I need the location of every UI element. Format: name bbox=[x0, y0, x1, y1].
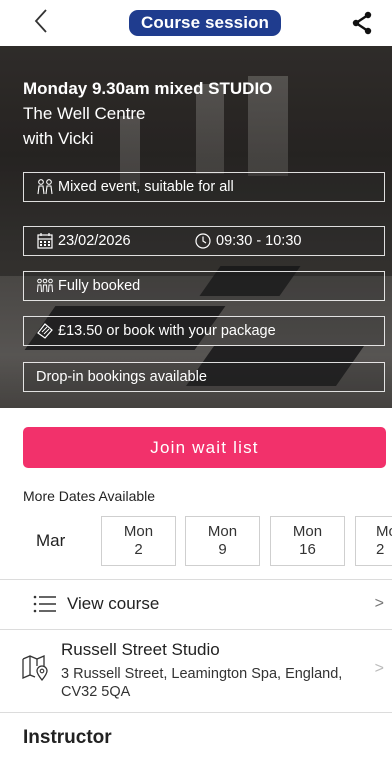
more-dates-label: More Dates Available bbox=[23, 488, 156, 504]
share-button[interactable] bbox=[346, 6, 378, 40]
date-number: 2 bbox=[134, 541, 143, 558]
view-course-label: View course bbox=[67, 594, 160, 613]
dropin-text: Drop-in bookings available bbox=[36, 369, 207, 385]
date-option[interactable]: Mo 2 bbox=[355, 516, 392, 566]
ticket-icon bbox=[36, 322, 54, 340]
date-time-box: 23/02/2026 09:30 - 10:30 bbox=[23, 226, 385, 256]
join-wait-list-button[interactable]: Join wait list bbox=[23, 427, 386, 468]
date-number: 2 bbox=[376, 541, 385, 558]
session-date: 23/02/2026 bbox=[58, 233, 131, 249]
list-icon bbox=[33, 594, 57, 619]
date-day: Mon bbox=[207, 523, 238, 540]
location-row[interactable]: Russell Street Studio 3 Russell Street, … bbox=[0, 630, 392, 710]
location-address: 3 Russell Street, Leamington Spa, Englan… bbox=[61, 666, 343, 700]
calendar-icon bbox=[36, 232, 54, 250]
dates-month-label: Mar bbox=[36, 531, 66, 550]
price-text: £13.50 or book with your package bbox=[58, 323, 276, 339]
date-option[interactable]: Mon 2 bbox=[101, 516, 176, 566]
dropin-box: Drop-in bookings available bbox=[23, 362, 385, 392]
chevron-right-icon: > bbox=[374, 660, 384, 677]
date-option[interactable]: Mon 16 bbox=[270, 516, 345, 566]
view-course-row[interactable]: View course > bbox=[0, 580, 392, 628]
session-time: 09:30 - 10:30 bbox=[216, 233, 302, 249]
price-box: £13.50 or book with your package bbox=[23, 316, 385, 346]
date-day: Mon bbox=[123, 523, 154, 540]
event-type-text: Mixed event, suitable for all bbox=[58, 179, 234, 195]
instructor-heading: Instructor bbox=[23, 727, 112, 748]
group-icon bbox=[36, 277, 54, 295]
page-title: Course session bbox=[129, 10, 281, 36]
session-time-wrap: 09:30 - 10:30 bbox=[194, 227, 301, 255]
availability-text: Fully booked bbox=[58, 278, 141, 294]
clock-icon bbox=[194, 232, 212, 250]
date-number: 16 bbox=[299, 541, 316, 558]
map-pin-icon bbox=[21, 654, 51, 687]
session-hero: Monday 9.30am mixed STUDIO The Well Cent… bbox=[0, 46, 392, 408]
availability-box: Fully booked bbox=[23, 271, 385, 301]
app-header: Course session bbox=[0, 0, 392, 46]
date-option[interactable]: Mon 9 bbox=[185, 516, 260, 566]
session-instructor: with Vicki bbox=[23, 129, 94, 148]
divider bbox=[0, 712, 392, 713]
location-name: Russell Street Studio bbox=[61, 640, 220, 659]
date-day: Mo bbox=[376, 523, 392, 540]
share-icon bbox=[352, 11, 372, 35]
session-venue: The Well Centre bbox=[23, 104, 146, 123]
people-icon bbox=[36, 178, 54, 196]
chevron-left-icon bbox=[34, 9, 47, 33]
event-type-box: Mixed event, suitable for all bbox=[23, 172, 385, 202]
date-number: 9 bbox=[218, 541, 227, 558]
session-title: Monday 9.30am mixed STUDIO bbox=[23, 79, 273, 98]
back-button[interactable] bbox=[26, 4, 56, 38]
chevron-right-icon: > bbox=[374, 595, 384, 612]
date-day: Mon bbox=[292, 523, 323, 540]
